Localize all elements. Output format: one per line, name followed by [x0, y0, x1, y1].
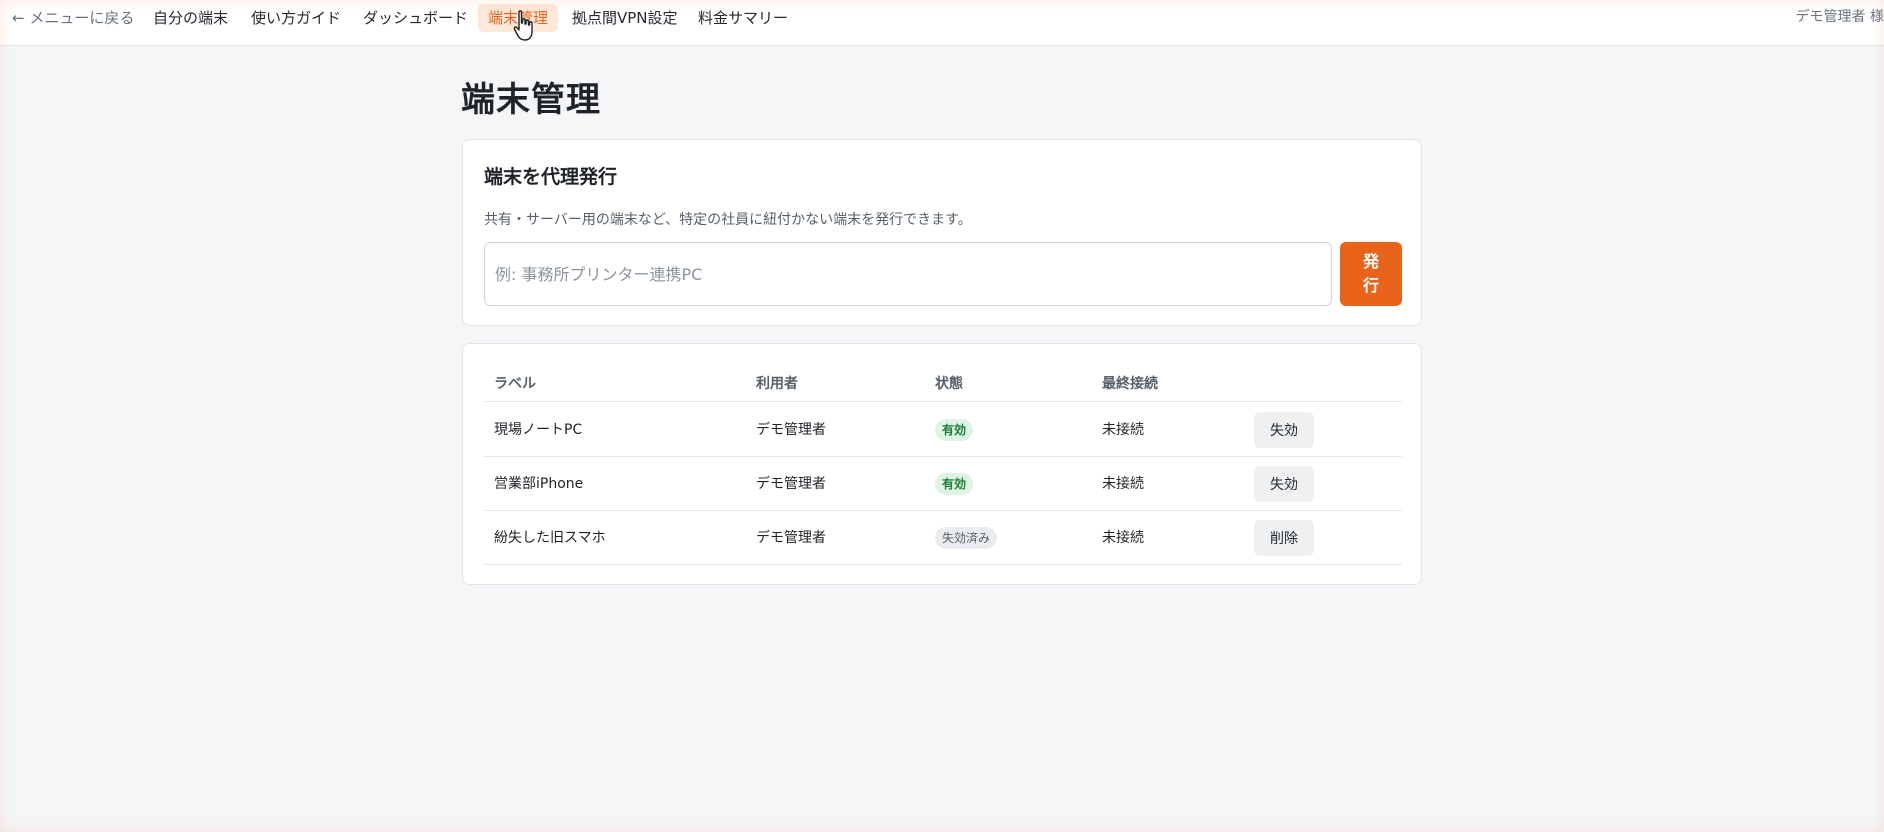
device-label-input[interactable]: [484, 242, 1332, 306]
table-header: ラベル 利用者 状態 最終接続: [484, 366, 1402, 402]
device-last-connected: 未接続: [1102, 422, 1144, 438]
back-to-menu-link[interactable]: ← メニューに戻る: [2, 4, 144, 32]
table-row: 現場ノートPC デモ管理者 有効 未接続 失効: [484, 403, 1402, 457]
nav-item-guide[interactable]: 使い方ガイド: [241, 4, 351, 32]
nav-item-site-vpn-settings[interactable]: 拠点間VPN設定: [562, 4, 688, 32]
device-user: デモ管理者: [756, 476, 826, 492]
device-label: 現場ノートPC: [494, 422, 583, 438]
issue-card-heading: 端末を代理発行: [484, 166, 618, 188]
revoke-button[interactable]: 失効: [1254, 466, 1314, 502]
device-user: デモ管理者: [756, 422, 826, 438]
device-label: 紛失した旧スマホ: [494, 530, 606, 546]
device-last-connected: 未接続: [1102, 530, 1144, 546]
status-badge: 有効: [935, 419, 974, 441]
column-header-label: ラベル: [494, 376, 536, 392]
column-header-last-connected: 最終接続: [1102, 376, 1158, 392]
revoke-button[interactable]: 失効: [1254, 412, 1314, 448]
nav-item-my-devices[interactable]: 自分の端末: [143, 4, 238, 32]
pointer-cursor-icon: [513, 10, 533, 41]
device-last-connected: 未接続: [1102, 476, 1144, 492]
device-table-card: ラベル 利用者 状態 最終接続 現場ノートPC デモ管理者 有効 未接続 失効 …: [462, 343, 1422, 585]
status-badge: 失効済み: [935, 527, 998, 549]
issue-button[interactable]: 発行: [1340, 242, 1402, 306]
device-label: 営業部iPhone: [494, 476, 584, 492]
table-row: 営業部iPhone デモ管理者 有効 未接続 失効: [484, 457, 1402, 511]
table-row: 紛失した旧スマホ デモ管理者 失効済み 未接続 削除: [484, 511, 1402, 565]
user-name: デモ管理者 様: [1795, 9, 1884, 25]
device-user: デモ管理者: [756, 530, 826, 546]
delete-button[interactable]: 削除: [1254, 520, 1314, 556]
top-nav: ← メニューに戻る 自分の端末 使い方ガイド ダッシュボード 端末管理 拠点間V…: [0, 0, 1884, 46]
issue-card-description: 共有・サーバー用の端末など、特定の社員に紐付かない端末を発行できます。: [484, 212, 972, 228]
page-title: 端末管理: [461, 80, 601, 120]
column-header-user: 利用者: [756, 376, 798, 392]
nav-item-billing-summary[interactable]: 料金サマリー: [688, 4, 798, 32]
nav-item-dashboard[interactable]: ダッシュボード: [353, 4, 478, 32]
column-header-status: 状態: [935, 376, 963, 392]
status-badge: 有効: [935, 473, 974, 495]
issue-device-card: 端末を代理発行 共有・サーバー用の端末など、特定の社員に紐付かない端末を発行でき…: [462, 139, 1422, 326]
